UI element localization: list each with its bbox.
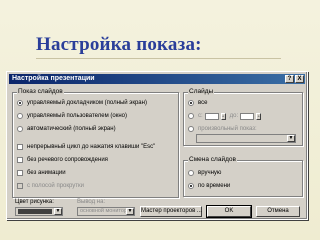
radio-all-slides[interactable] xyxy=(188,100,194,106)
radio-kiosk[interactable] xyxy=(17,126,23,132)
option-individual[interactable]: управляемый пользователем (окно) xyxy=(17,112,127,120)
projector-wizard-button[interactable]: Мастер проекторов ... xyxy=(140,206,202,217)
to-input[interactable] xyxy=(240,112,255,120)
option-timings[interactable]: по времени xyxy=(188,182,230,190)
setup-show-dialog: Настройка презентации ? X Показ слайдов … xyxy=(6,71,308,220)
from-spin-button[interactable]: ▴ xyxy=(220,112,226,120)
help-icon[interactable]: ? xyxy=(285,75,294,83)
custom-show-dropdown[interactable]: ▼ xyxy=(196,134,296,143)
show-on-label: Вывод на: xyxy=(77,199,106,205)
advance-slides-label: Смена слайдов xyxy=(188,156,237,164)
pen-color-dropdown[interactable]: ▼ xyxy=(15,207,63,216)
checkbox-no-narration[interactable]: без речевого сопровождения xyxy=(17,156,108,164)
title-underline xyxy=(36,58,281,59)
advance-slides-group: Смена слайдов вручную по времени xyxy=(183,156,303,197)
option-manual[interactable]: вручную xyxy=(188,169,221,177)
slide-title: Настройка показа: xyxy=(36,34,202,55)
option-presenter[interactable]: управляемый докладчиком (полный экран) xyxy=(17,99,147,107)
radio-individual[interactable] xyxy=(17,113,23,119)
show-type-group: Показ слайдов управляемый докладчиком (п… xyxy=(12,88,179,198)
check-scrollbar xyxy=(17,183,23,189)
radio-manual[interactable] xyxy=(188,170,194,176)
check-no-animation[interactable] xyxy=(17,170,23,176)
slides-range-label: Слайды xyxy=(188,88,215,96)
radio-custom-show[interactable] xyxy=(188,126,194,132)
close-icon[interactable]: X xyxy=(295,75,304,83)
radio-presenter[interactable] xyxy=(17,100,23,106)
show-on-value: основной монитор xyxy=(80,208,128,214)
chevron-down-icon: ▼ xyxy=(126,208,134,215)
radio-timings[interactable] xyxy=(188,183,194,189)
option-all-slides[interactable]: все xyxy=(188,99,207,107)
from-input[interactable] xyxy=(204,112,219,120)
to-spin-button[interactable]: ▴ xyxy=(256,112,262,120)
chevron-down-icon[interactable]: ▼ xyxy=(54,208,62,215)
slides-range-group: Слайды все с: ▴ до: ▴ произвольный показ… xyxy=(183,88,303,146)
pen-color-swatch xyxy=(18,209,52,214)
option-custom-show[interactable]: произвольный показ: xyxy=(188,125,257,133)
dialog-title: Настройка презентации xyxy=(12,75,95,82)
checkbox-scrollbar: с полосой прокрутки xyxy=(17,182,84,190)
chevron-down-icon[interactable]: ▼ xyxy=(287,135,295,142)
show-on-dropdown: основной монитор ▼ xyxy=(77,207,135,216)
ok-button[interactable]: OK xyxy=(206,205,252,218)
pen-color-label: Цвет рисунка: xyxy=(15,199,54,205)
checkbox-no-animation[interactable]: без анимации xyxy=(17,169,66,177)
cancel-button[interactable]: Отмена xyxy=(256,206,300,217)
option-slide-range[interactable]: с: ▴ до: ▴ xyxy=(188,112,265,120)
checkbox-loop[interactable]: непрерывный цикл до нажатия клавиши "Esc… xyxy=(17,143,155,151)
show-type-label: Показ слайдов xyxy=(17,88,64,96)
option-kiosk[interactable]: автоматический (полный экран) xyxy=(17,125,116,133)
dialog-titlebar[interactable]: Настройка презентации ? X xyxy=(9,74,305,84)
check-loop[interactable] xyxy=(17,144,23,150)
check-no-narration[interactable] xyxy=(17,157,23,163)
radio-slide-range[interactable] xyxy=(188,113,194,119)
